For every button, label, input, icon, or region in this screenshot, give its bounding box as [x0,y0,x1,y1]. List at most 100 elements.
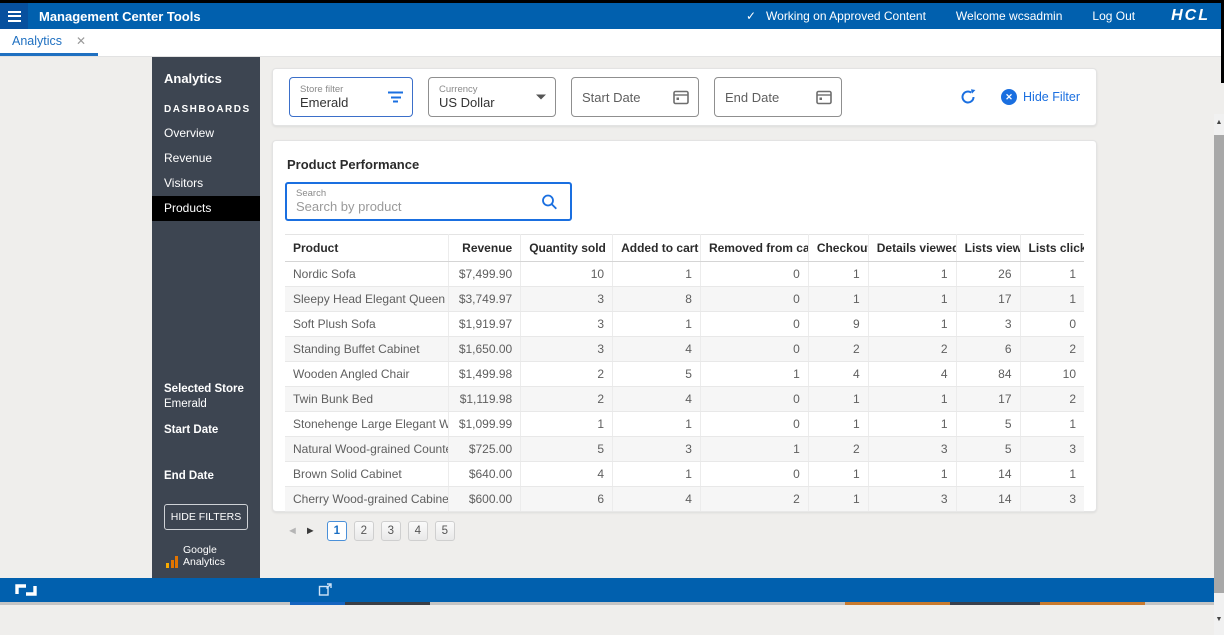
table-row[interactable]: Cherry Wood-grained Cabinet$600.00642131… [285,487,1084,512]
metric-cell: 3 [1020,437,1084,462]
tab-analytics[interactable]: Analytics ✕ [0,28,98,56]
page-button-3[interactable]: 3 [381,521,401,541]
scroll-down-icon[interactable]: ▼ [1214,613,1224,627]
sidebar-end-date-label: End Date [164,470,248,482]
logout-link[interactable]: Log Out [1092,9,1135,23]
sidebar-item-overview[interactable]: Overview [152,121,260,146]
tab-close-icon[interactable]: ✕ [76,34,86,48]
search-icon[interactable] [541,193,558,210]
column-header[interactable]: Added to cart [613,235,701,262]
column-header[interactable]: Lists clicks [1020,235,1084,262]
metric-cell: 1 [521,412,613,437]
content-area: Analytics DASHBOARDS OverviewRevenueVisi… [0,57,1224,578]
sidebar-section-dashboards: DASHBOARDS [152,86,260,121]
metric-cell: 26 [956,262,1020,287]
welcome-user[interactable]: Welcome wcsadmin [956,9,1062,23]
metric-cell: 1 [1020,462,1084,487]
metric-cell: 1 [868,262,956,287]
selected-store-value: Emerald [164,398,248,410]
filter-icon[interactable] [388,92,403,103]
metric-cell: 1 [1020,412,1084,437]
table-row[interactable]: Twin Bunk Bed$1,119.9824011172 [285,387,1084,412]
column-header[interactable]: Lists viewed [956,235,1020,262]
open-window-icon[interactable] [318,582,333,597]
metric-cell: 4 [808,362,868,387]
metric-cell: 0 [700,337,808,362]
metric-cell: $1,119.98 [449,387,521,412]
scrollbar-thumb[interactable] [1214,135,1224,593]
table-row[interactable]: Nordic Sofa$7,499.90101011261 [285,262,1084,287]
metric-cell: 1 [868,462,956,487]
hide-filters-button[interactable]: HIDE FILTERS [164,504,248,530]
product-name-cell: Stonehenge Large Elegant Wardrobe [285,412,449,437]
product-name-cell: Twin Bunk Bed [285,387,449,412]
currency-select[interactable]: Currency US Dollar [428,77,556,117]
column-header[interactable]: Removed from cart [700,235,808,262]
metric-cell: 2 [808,337,868,362]
sidebar-item-revenue[interactable]: Revenue [152,146,260,171]
metric-cell: 4 [613,487,701,512]
metric-cell: 1 [700,437,808,462]
column-header[interactable]: Product [285,235,449,262]
metric-cell: 0 [700,412,808,437]
table-row[interactable]: Soft Plush Sofa$1,919.973109130 [285,312,1084,337]
column-header[interactable]: Quantity sold [521,235,613,262]
metric-cell: $3,749.97 [449,287,521,312]
metric-cell: 10 [521,262,613,287]
page-button-5[interactable]: 5 [435,521,455,541]
page-buttons: 12345 [327,521,455,541]
approval-status[interactable]: Working on Approved Content [766,9,926,23]
store-filter-field[interactable]: Store filter Emerald [289,77,413,117]
sidebar-item-products[interactable]: Products [152,196,260,221]
page-button-1[interactable]: 1 [327,521,347,541]
metric-cell: $1,099.99 [449,412,521,437]
product-search-input[interactable] [296,199,530,215]
metric-cell: 1 [613,412,701,437]
metric-cell: 1 [613,262,701,287]
card-title: Product Performance [285,153,1084,182]
column-header[interactable]: Checkout [808,235,868,262]
metric-cell: 3 [1020,487,1084,512]
metric-cell: 4 [613,337,701,362]
column-header[interactable]: Details viewed [868,235,956,262]
calendar-icon[interactable] [816,90,832,105]
pagination: ◄ ► 12345 [285,512,1084,550]
refresh-icon[interactable] [959,88,977,106]
hamburger-menu-icon[interactable] [0,3,28,29]
table-row[interactable]: Brown Solid Cabinet$640.0041011141 [285,462,1084,487]
table-row[interactable]: Sleepy Head Elegant Queen Bed$3,749.9738… [285,287,1084,312]
page-button-2[interactable]: 2 [354,521,374,541]
table-row[interactable]: Wooden Angled Chair$1,499.98251448410 [285,362,1084,387]
table-row[interactable]: Standing Buffet Cabinet$1,650.003402262 [285,337,1084,362]
hide-filter-toggle[interactable]: ✕ Hide Filter [1001,89,1080,105]
column-header[interactable]: Revenue [449,235,521,262]
metric-cell: $725.00 [449,437,521,462]
start-date-placeholder: Start Date [582,90,668,105]
metric-cell: 3 [868,487,956,512]
scroll-up-icon[interactable]: ▲ [1214,116,1224,130]
analytics-sidebar: Analytics DASHBOARDS OverviewRevenueVisi… [152,57,260,578]
table-row[interactable]: Natural Wood-grained Countertop$725.0053… [285,437,1084,462]
previous-page-icon[interactable]: ◄ [287,521,298,541]
product-name-cell: Soft Plush Sofa [285,312,449,337]
start-date-field[interactable]: Start Date [571,77,699,117]
metric-cell: 3 [956,312,1020,337]
calendar-icon[interactable] [673,90,689,105]
sidebar-item-visitors[interactable]: Visitors [152,171,260,196]
commerce-logo-icon[interactable] [13,582,39,598]
page-button-4[interactable]: 4 [408,521,428,541]
table-body: Nordic Sofa$7,499.90101011261Sleepy Head… [285,262,1084,512]
product-search-box[interactable]: Search [285,182,572,221]
metric-cell: 2 [808,437,868,462]
table-row[interactable]: Stonehenge Large Elegant Wardrobe$1,099.… [285,412,1084,437]
product-name-cell: Brown Solid Cabinet [285,462,449,487]
end-date-field[interactable]: End Date [714,77,842,117]
status-bar [0,578,1224,602]
product-name-cell: Nordic Sofa [285,262,449,287]
google-analytics-label: Google Analytics [183,544,248,568]
vertical-scrollbar[interactable]: ▲ ▼ [1214,114,1224,635]
metric-cell: 3 [868,437,956,462]
next-page-icon[interactable]: ► [305,521,316,541]
metric-cell: 3 [613,437,701,462]
metric-cell: 1 [808,287,868,312]
